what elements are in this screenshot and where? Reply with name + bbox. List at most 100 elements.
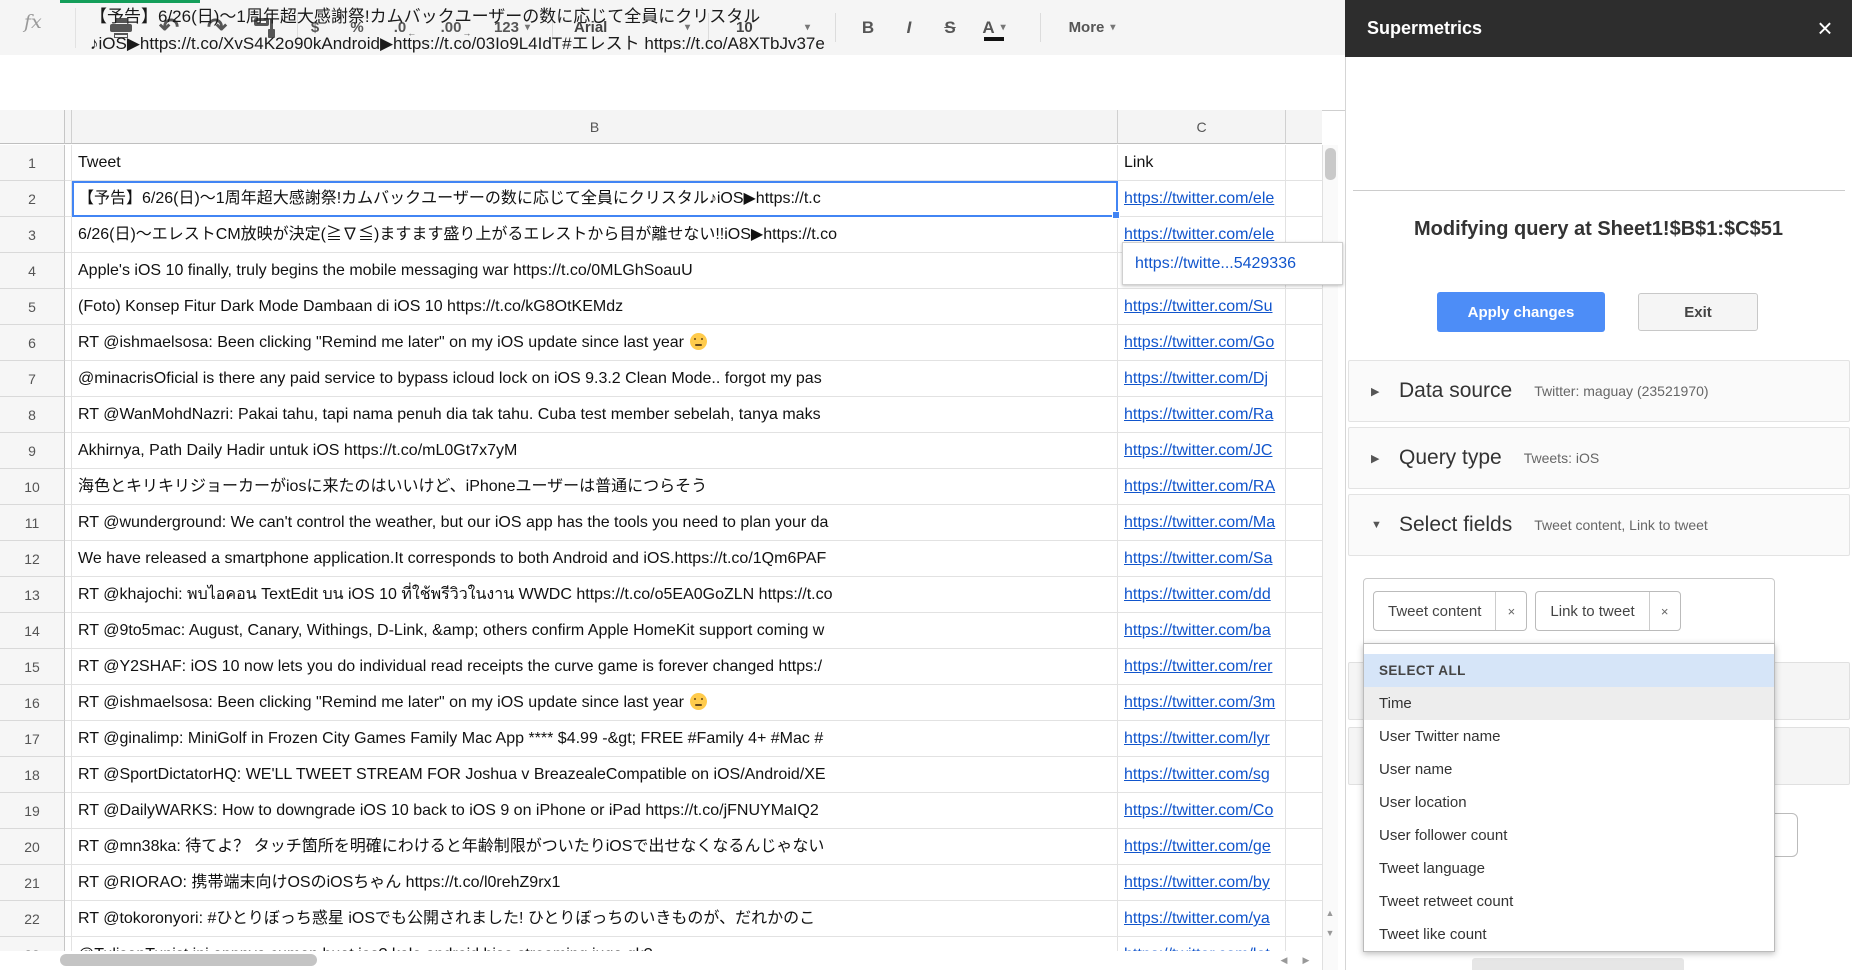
dropdown-option[interactable]: Time	[1364, 687, 1774, 720]
row-header[interactable]: 17	[0, 721, 65, 757]
tweet-cell[interactable]: RT @wunderground: We can't control the w…	[72, 505, 1118, 541]
link-cell[interactable]: https://twitter.com/lyr	[1118, 721, 1286, 757]
tweet-cell[interactable]: Tweet	[72, 145, 1118, 181]
link-cell[interactable]: https://twitter.com/rer	[1118, 649, 1286, 685]
link-cell[interactable]: https://twitter.com/Ma	[1118, 505, 1286, 541]
cell-a-sliver[interactable]	[65, 541, 72, 577]
cell-a-sliver[interactable]	[65, 829, 72, 865]
row-header[interactable]: 14	[0, 613, 65, 649]
link-cell[interactable]: https://twitter.com/ya	[1118, 901, 1286, 937]
link-cell[interactable]: https://twitter.com/RA	[1118, 469, 1286, 505]
link-cell[interactable]: https://twitter.com/ge	[1118, 829, 1286, 865]
fill-handle[interactable]	[1112, 211, 1120, 219]
cell-a-sliver[interactable]	[65, 145, 72, 181]
row-header[interactable]: 19	[0, 793, 65, 829]
cell-d[interactable]	[1286, 649, 1322, 685]
row-header[interactable]: 18	[0, 757, 65, 793]
row-header[interactable]: 3	[0, 217, 65, 253]
row-header[interactable]: 11	[0, 505, 65, 541]
dropdown-option[interactable]: Tweet like count	[1364, 918, 1774, 951]
row-header[interactable]: 15	[0, 649, 65, 685]
cell-d[interactable]	[1286, 397, 1322, 433]
apply-changes-button[interactable]: Apply changes	[1437, 292, 1605, 332]
link-cell[interactable]: https://twitter.com/by	[1118, 865, 1286, 901]
remove-chip-button[interactable]: ×	[1649, 592, 1680, 630]
cell-d[interactable]	[1286, 757, 1322, 793]
link-cell[interactable]: https://twitter.com/ba	[1118, 613, 1286, 649]
cell-d[interactable]	[1286, 325, 1322, 361]
tweet-cell[interactable]: RT @mn38ka: 待てよ？ タッチ箇所を明確にわけると年齢制限がついたりi…	[72, 829, 1118, 865]
column-header-a[interactable]	[65, 110, 72, 144]
cell-d[interactable]	[1286, 685, 1322, 721]
remove-chip-button[interactable]: ×	[1495, 592, 1526, 630]
trash-icon[interactable]	[1817, 511, 1835, 533]
cell-d[interactable]	[1286, 901, 1322, 937]
dropdown-option[interactable]: User Twitter name	[1364, 720, 1774, 753]
tweet-cell[interactable]: 6/26(日)〜エレストCM放映が決定(≧∇≦)ますます盛り上がるエレストから目…	[72, 217, 1118, 253]
row-header[interactable]: 2	[0, 181, 65, 217]
horizontal-scrollbar-thumb[interactable]	[60, 954, 317, 966]
tweet-cell[interactable]: RT @ishmaelsosa: Been clicking "Remind m…	[72, 685, 1118, 721]
link-cell[interactable]: https://twitter.com/Sa	[1118, 541, 1286, 577]
cell-a-sliver[interactable]	[65, 865, 72, 901]
dropdown-option[interactable]: User follower count	[1364, 819, 1774, 852]
tweet-cell[interactable]: RT @Y2SHAF: iOS 10 now lets you do indiv…	[72, 649, 1118, 685]
selected-fields-input[interactable]: Tweet content×Link to tweet×	[1363, 578, 1775, 648]
tweet-cell[interactable]: 海色とキリキリジョーカーがiosに来たのはいいけど、iPhoneユーザーは普通に…	[72, 469, 1118, 505]
link-tooltip[interactable]: https://twitte...5429336	[1122, 242, 1343, 285]
row-header[interactable]: 6	[0, 325, 65, 361]
cell-d[interactable]	[1286, 469, 1322, 505]
section-query-type[interactable]: ▶ Query type Tweets: iOS	[1348, 427, 1850, 489]
tweet-cell[interactable]: RT @khajochi: พบไอคอน TextEdit บน iOS 10…	[72, 577, 1118, 613]
row-header[interactable]: 12	[0, 541, 65, 577]
row-header[interactable]: 16	[0, 685, 65, 721]
cell-a-sliver[interactable]	[65, 325, 72, 361]
row-header[interactable]: 4	[0, 253, 65, 289]
column-header-d[interactable]	[1286, 110, 1322, 144]
cell-d[interactable]	[1286, 865, 1322, 901]
close-icon[interactable]: ×	[1805, 0, 1845, 57]
row-header[interactable]: 9	[0, 433, 65, 469]
row-header[interactable]: 7	[0, 361, 65, 397]
row-header[interactable]: 1	[0, 145, 65, 181]
scroll-right-arrow-icon[interactable]: ▶	[1298, 950, 1314, 970]
row-header[interactable]: 10	[0, 469, 65, 505]
cell-a-sliver[interactable]	[65, 469, 72, 505]
vertical-scrollbar-thumb[interactable]	[1325, 148, 1336, 180]
cell-a-sliver[interactable]	[65, 289, 72, 325]
cell-d[interactable]	[1286, 289, 1322, 325]
cell-d[interactable]	[1286, 181, 1322, 217]
dropdown-option[interactable]: SELECT ALL	[1364, 654, 1774, 687]
tweet-cell[interactable]: Akhirnya, Path Daily Hadir untuk iOS htt…	[72, 433, 1118, 469]
cell-a-sliver[interactable]	[65, 793, 72, 829]
link-cell[interactable]: https://twitter.com/Go	[1118, 325, 1286, 361]
link-cell[interactable]: https://twitter.com/sg	[1118, 757, 1286, 793]
dropdown-option[interactable]: User name	[1364, 753, 1774, 786]
column-header-c[interactable]: C	[1118, 110, 1286, 144]
cell-a-sliver[interactable]	[65, 613, 72, 649]
tweet-cell[interactable]: @minacrisOficial is there any paid servi…	[72, 361, 1118, 397]
row-header[interactable]: 5	[0, 289, 65, 325]
link-cell[interactable]: https://twitter.com/ele	[1118, 181, 1286, 217]
cell-a-sliver[interactable]	[65, 721, 72, 757]
cell-a-sliver[interactable]	[65, 577, 72, 613]
cell-a-sliver[interactable]	[65, 757, 72, 793]
cell-d[interactable]	[1286, 577, 1322, 613]
row-header[interactable]: 20	[0, 829, 65, 865]
tweet-cell[interactable]: RT @tokoronyori: #ひとりぼっち惑星 iOSでも公開されました!…	[72, 901, 1118, 937]
tweet-cell[interactable]: RT @9to5mac: August, Canary, Withings, D…	[72, 613, 1118, 649]
cell-a-sliver[interactable]	[65, 685, 72, 721]
tweet-cell[interactable]: 【予告】6/26(日)〜1周年超大感謝祭!カムバックユーザーの数に応じて全員にク…	[72, 181, 1118, 217]
section-select-fields[interactable]: ▼ Select fields Tweet content, Link to t…	[1348, 494, 1850, 556]
dropdown-option[interactable]: Tweet language	[1364, 852, 1774, 885]
tweet-cell[interactable]: RT @SportDictatorHQ: WE'LL TWEET STREAM …	[72, 757, 1118, 793]
tweet-cell[interactable]: (Foto) Konsep Fitur Dark Mode Dambaan di…	[72, 289, 1118, 325]
cell-a-sliver[interactable]	[65, 181, 72, 217]
link-cell[interactable]: https://twitter.com/Ra	[1118, 397, 1286, 433]
tweet-cell[interactable]: RT @ishmaelsosa: Been clicking "Remind m…	[72, 325, 1118, 361]
cell-d[interactable]	[1286, 829, 1322, 865]
cell-a-sliver[interactable]	[65, 361, 72, 397]
formula-bar[interactable]	[0, 55, 1345, 111]
scroll-down-arrow-icon[interactable]: ▼	[1322, 923, 1338, 943]
section-data-source[interactable]: ▶ Data source Twitter: maguay (23521970)	[1348, 360, 1850, 422]
